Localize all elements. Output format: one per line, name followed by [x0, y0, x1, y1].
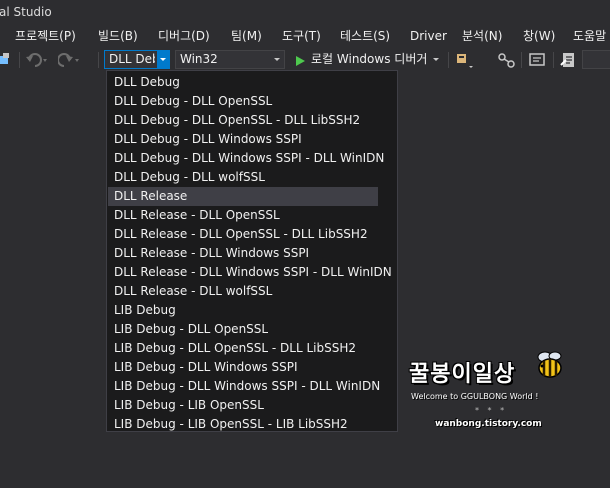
- watermark-stars: * * *: [475, 406, 508, 415]
- watermark-welcome: Welcome to GGULBONG World !: [411, 392, 539, 401]
- configuration-option[interactable]: DLL Release - DLL Windows SSPI: [108, 244, 378, 263]
- menu-test[interactable]: 테스트(S): [340, 25, 390, 47]
- comment-icon[interactable]: [528, 51, 548, 69]
- window-title: al Studio: [0, 5, 52, 19]
- blog-watermark: 꿀봉이일상 Welcome to GGULBONG World ! * * * …: [405, 348, 575, 438]
- menu-bar: 프로젝트(P) 빌드(B) 디버그(D) 팀(M) 도구(T) 테스트(S) D…: [0, 25, 610, 47]
- configuration-option[interactable]: DLL Debug - DLL OpenSSL: [108, 92, 378, 111]
- start-debugging-label: 로컬 Windows 디버거: [311, 52, 428, 66]
- configuration-option[interactable]: DLL Debug: [108, 73, 378, 92]
- solution-configuration-combo[interactable]: DLL Debug: [104, 50, 170, 69]
- configuration-option[interactable]: LIB Debug - LIB OpenSSL: [108, 396, 378, 415]
- solution-platform-combo[interactable]: Win32: [175, 50, 285, 69]
- configuration-option-highlighted[interactable]: DLL Release: [108, 187, 378, 206]
- solution-configuration-value: DLL Debug: [109, 52, 155, 66]
- configuration-option[interactable]: DLL Debug - DLL Windows SSPI - DLL WinID…: [108, 149, 384, 168]
- configuration-option[interactable]: DLL Release - DLL wolfSSL: [108, 282, 378, 301]
- toolbar-separator: [19, 52, 20, 68]
- menu-project[interactable]: 프로젝트(P): [15, 25, 76, 47]
- toolbar-separator: [98, 52, 99, 68]
- chevron-down-icon[interactable]: [157, 51, 169, 68]
- menu-build[interactable]: 빌드(B): [98, 25, 138, 47]
- watermark-title: 꿀봉이일상: [409, 362, 516, 387]
- menu-tools[interactable]: 도구(T): [282, 25, 321, 47]
- configuration-option[interactable]: DLL Release - DLL OpenSSL: [108, 206, 378, 225]
- toolbar-separator: [521, 52, 522, 68]
- configuration-dropdown-list: DLL Debug DLL Debug - DLL OpenSSL DLL De…: [106, 70, 398, 432]
- redo-icon[interactable]: [57, 51, 82, 69]
- menu-window[interactable]: 창(W): [523, 25, 555, 47]
- search-box[interactable]: [582, 50, 610, 69]
- bee-icon: [533, 348, 567, 386]
- toolbox-icon[interactable]: [0, 51, 16, 69]
- menu-help[interactable]: 도움말: [573, 25, 606, 47]
- configuration-option[interactable]: DLL Release - DLL Windows SSPI - DLL Win…: [108, 263, 392, 282]
- configuration-option[interactable]: LIB Debug - LIB OpenSSL - LIB LibSSH2: [108, 415, 378, 431]
- menu-driver[interactable]: Driver: [410, 25, 447, 47]
- toolbar-separator: [448, 52, 449, 68]
- configuration-option[interactable]: LIB Debug - DLL Windows SSPI - DLL WinID…: [108, 377, 380, 396]
- watermark-url: wanbong.tistory.com: [435, 419, 542, 429]
- toolbar: DLL Debug Win32 로컬 Windows 디버거: [0, 49, 610, 71]
- menu-analyze[interactable]: 분석(N): [462, 25, 502, 47]
- configuration-option[interactable]: LIB Debug - DLL OpenSSL: [108, 320, 378, 339]
- chevron-down-icon[interactable]: [432, 50, 442, 75]
- configuration-option[interactable]: DLL Debug - DLL Windows SSPI: [108, 130, 378, 149]
- menu-team[interactable]: 팀(M): [231, 25, 262, 47]
- undo-icon[interactable]: [26, 51, 50, 69]
- configuration-option[interactable]: DLL Debug - DLL OpenSSL - DLL LibSSH2: [108, 111, 378, 130]
- chevron-down-icon[interactable]: [272, 51, 284, 68]
- configuration-option[interactable]: DLL Release - DLL OpenSSL - DLL LibSSH2: [108, 225, 378, 244]
- configuration-option[interactable]: DLL Debug - DLL wolfSSL: [108, 168, 378, 187]
- configuration-option[interactable]: LIB Debug - DLL Windows SSPI: [108, 358, 378, 377]
- menu-debug[interactable]: 디버그(D): [158, 25, 210, 47]
- title-bar: al Studio: [0, 0, 610, 24]
- script-icon[interactable]: [560, 51, 580, 69]
- configuration-option[interactable]: LIB Debug - DLL OpenSSL - DLL LibSSH2: [108, 339, 378, 358]
- solution-platform-value: Win32: [180, 52, 218, 66]
- configuration-option[interactable]: LIB Debug: [108, 301, 378, 320]
- find-icon[interactable]: [455, 51, 477, 69]
- cursor-icon[interactable]: [497, 51, 517, 69]
- toolbar-separator: [553, 52, 554, 68]
